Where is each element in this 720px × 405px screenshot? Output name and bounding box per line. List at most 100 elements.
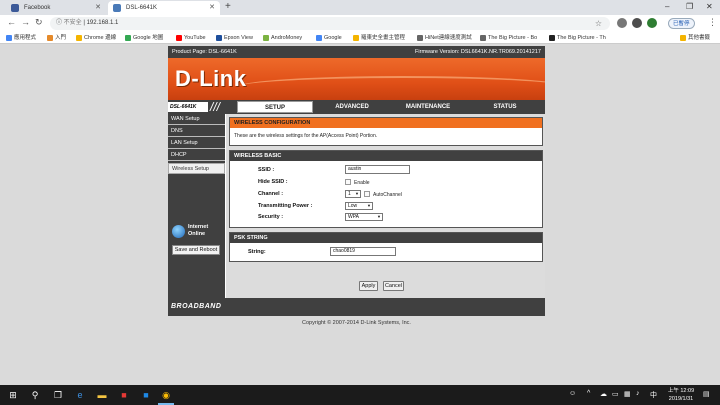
save-and-reboot-button[interactable]: Save and Reboot — [172, 245, 220, 255]
banner-swoosh — [238, 76, 545, 98]
psk-string-label: String: — [248, 249, 266, 255]
bookmark-item[interactable]: The Big Picture - Bo — [480, 32, 537, 43]
big-picture-icon — [549, 35, 555, 41]
edge-icon[interactable]: e — [74, 389, 86, 401]
ime-indicator[interactable]: 中 — [650, 390, 657, 400]
transmitting-power-label: Transmitting Power : — [258, 203, 313, 209]
cancel-button[interactable]: Cancel — [383, 281, 404, 291]
info-strip: Product Page: DSL-6641K Firmware Version… — [168, 46, 545, 58]
nav-dhcp[interactable]: DHCP — [168, 150, 225, 161]
tab-facebook[interactable]: Facebook ✕ — [6, 1, 106, 15]
andromoney-icon — [263, 35, 269, 41]
header-banner: D-Link — [168, 58, 545, 100]
model-badge: DSL-6641K — [168, 102, 208, 112]
transmitting-power-select[interactable]: Low ▼ — [345, 202, 373, 210]
security-select[interactable]: WPA ▼ — [345, 213, 383, 221]
extension-icon[interactable] — [617, 18, 627, 28]
bookmark-item[interactable]: 入門 — [47, 32, 66, 43]
page-icon — [417, 35, 423, 41]
insecure-label: 不安全 — [63, 20, 82, 26]
apply-button[interactable]: Apply — [359, 281, 378, 291]
status-line-1: Internet — [188, 224, 209, 230]
psk-string-input[interactable]: chao0819 — [330, 247, 396, 256]
nav-wan-setup[interactable]: WAN Setup — [168, 114, 225, 125]
tab-label: DSL-6641K — [126, 5, 158, 11]
profile-button[interactable]: 已暫停 — [668, 18, 695, 29]
volume-icon[interactable]: ♪ — [636, 390, 640, 397]
left-nav: WAN Setup DNS LAN Setup DHCP Wireless Se… — [168, 114, 225, 298]
nav-wireless-setup[interactable]: Wireless Setup — [168, 163, 225, 174]
auto-channel-checkbox[interactable] — [364, 191, 370, 197]
maximize-button[interactable]: ❐ — [686, 2, 693, 11]
windows-start-icon[interactable]: ⊞ — [7, 389, 19, 401]
google-icon — [316, 35, 322, 41]
close-tab-icon[interactable]: ✕ — [95, 1, 101, 15]
app-icon[interactable]: ■ — [140, 389, 152, 401]
channel-label: Channel : — [258, 191, 284, 197]
people-icon[interactable]: ☺ — [569, 390, 576, 397]
clock-date: 2019/1/31 — [668, 396, 694, 402]
tab-setup[interactable]: SETUP — [237, 101, 313, 113]
new-tab-button[interactable]: + — [225, 1, 231, 13]
channel-select[interactable]: 1 ▼ — [345, 190, 361, 198]
bookmark-item[interactable]: Chrome 邊線 — [76, 32, 116, 43]
file-explorer-icon[interactable]: ▬ — [96, 389, 108, 401]
address-bar-row: ← → ↻ ⓘ 不安全 | 192.168.1.1 ☆ 已暫停 ⋮ — [0, 15, 720, 32]
bookmark-item[interactable]: 羅東史全畫主管程 — [353, 32, 405, 43]
bookmark-item[interactable]: Google — [316, 32, 342, 43]
product-page: Product Page: DSL-6641K — [172, 49, 237, 55]
wireless-basic-box: WIRELESS BASIC SSID : austin Hide SSID :… — [229, 150, 543, 228]
chrome-icon[interactable]: ◉ — [160, 389, 172, 401]
menu-dots-icon[interactable]: ⋮ — [708, 17, 717, 28]
extension-icon[interactable] — [632, 18, 642, 28]
info-icon: ⓘ — [56, 20, 64, 26]
back-arrow-icon[interactable]: ← — [7, 17, 16, 27]
bookmark-star-icon[interactable]: ☆ — [595, 17, 602, 30]
chevron-down-icon: ▼ — [355, 191, 359, 196]
browser-tab-bar: Facebook ✕ DSL-6641K ✕ + – ❐ ✕ — [0, 0, 720, 15]
app-icon[interactable]: ■ — [118, 389, 130, 401]
url-input[interactable]: ⓘ 不安全 | 192.168.1.1 ☆ — [50, 17, 610, 30]
ssid-input[interactable]: austin — [345, 165, 410, 174]
battery-icon[interactable]: ▭ — [612, 390, 619, 398]
bookmark-item[interactable]: Google 地圖 — [125, 32, 163, 43]
copyright-text: Copyright © 2007-2014 D-Link Systems, In… — [302, 320, 411, 326]
url-text: 192.168.1.1 — [86, 20, 119, 26]
bookmark-other[interactable]: 其他書籤 — [680, 32, 710, 43]
network-icon[interactable]: ▦ — [624, 390, 631, 398]
tab-maintenance[interactable]: MAINTENANCE — [390, 101, 466, 113]
cloud-icon[interactable]: ☁ — [600, 390, 607, 398]
tab-status[interactable]: STATUS — [467, 101, 543, 113]
epson-icon — [216, 35, 222, 41]
nav-dns[interactable]: DNS — [168, 126, 225, 137]
bookmark-item[interactable]: HiNet連線速度測試 — [417, 32, 472, 43]
notification-icon[interactable]: ▤ — [703, 390, 710, 398]
tab-advanced[interactable]: ADVANCED — [314, 101, 390, 113]
search-icon[interactable]: ⚲ — [29, 389, 41, 401]
hide-ssid-checkbox[interactable] — [345, 179, 351, 185]
chevron-up-icon[interactable]: ^ — [587, 390, 590, 397]
task-view-icon[interactable]: ❐ — [52, 389, 64, 401]
close-tab-icon[interactable]: ✕ — [209, 1, 215, 15]
dlink-logo: D-Link — [175, 66, 247, 91]
bookmark-item[interactable]: AndroMoney — [263, 32, 302, 43]
psk-title: PSK STRING — [230, 233, 542, 243]
nav-lan-setup[interactable]: LAN Setup — [168, 138, 225, 149]
bookmark-icon — [47, 35, 53, 41]
extension-icon[interactable] — [647, 18, 657, 28]
forward-arrow-icon[interactable]: → — [21, 17, 30, 27]
minimize-button[interactable]: – — [665, 2, 669, 11]
dlink-favicon-icon — [113, 4, 121, 12]
tab-dsl-6641k[interactable]: DSL-6641K ✕ — [108, 1, 220, 15]
auto-channel-label: AutoChannel — [373, 192, 402, 198]
bookmark-item[interactable]: YouTube — [176, 32, 206, 43]
bookmark-apps[interactable]: 應用程式 — [6, 32, 36, 43]
reload-icon[interactable]: ↻ — [35, 17, 43, 28]
chevron-down-icon: ▼ — [377, 214, 381, 219]
bookmark-item[interactable]: Epson View — [216, 32, 253, 43]
bookmark-item[interactable]: The Big Picture - Th — [549, 32, 606, 43]
clock[interactable]: 上午 12:09 2019/1/31 — [664, 387, 698, 403]
close-window-button[interactable]: ✕ — [706, 2, 713, 11]
wireless-config-description: These are the wireless settings for the … — [234, 133, 378, 139]
wireless-config-box: WIRELESS CONFIGURATION These are the wir… — [229, 117, 543, 146]
